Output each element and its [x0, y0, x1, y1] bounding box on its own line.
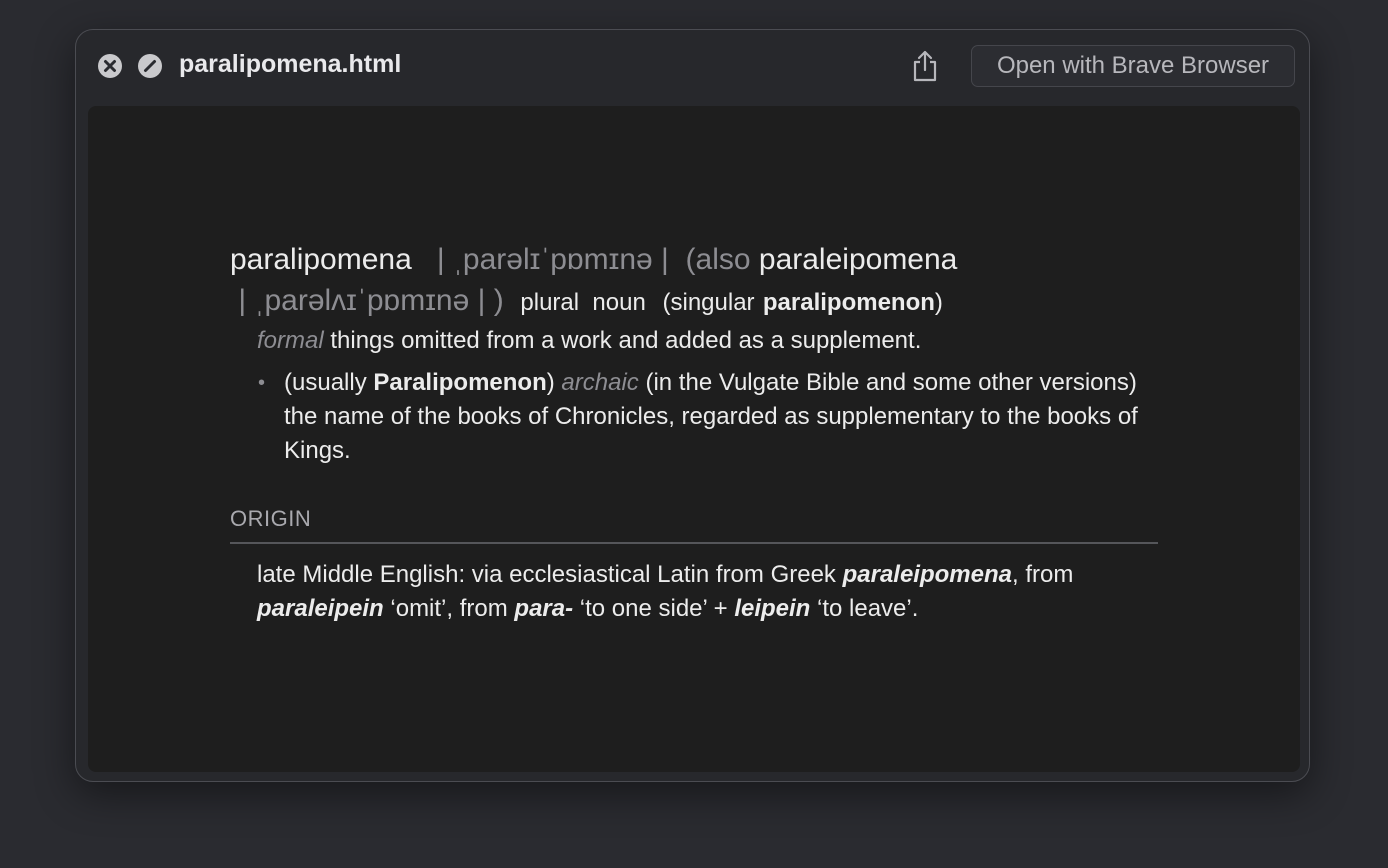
- singular-close: ): [934, 289, 943, 316]
- origin-part: ‘to leave’.: [810, 595, 919, 622]
- share-icon[interactable]: [910, 49, 940, 83]
- etymon: paraleipomena: [842, 561, 1012, 588]
- sense-1: formal things omitted from a work and ad…: [257, 324, 1160, 358]
- part-of-speech: plural noun: [520, 289, 646, 316]
- close-circle-icon[interactable]: [98, 54, 122, 78]
- preview-content: paralipomena | ˌparəlɪˈpɒmɪnə | (also pa…: [88, 106, 1300, 772]
- variant-headword: paraleipomena: [758, 243, 958, 276]
- origin-part: late Middle English: via ecclesiastical …: [257, 561, 843, 588]
- usage-prefix: (usually: [284, 369, 367, 396]
- etymon: paraleipein: [257, 595, 384, 622]
- pronunciation: | ˌparəlɪˈpɒmɪnə |: [436, 243, 669, 276]
- quick-look-window: paralipomena.html Open with Brave Browse…: [75, 29, 1310, 782]
- sense-2: • (usually Paralipomenon) archaic (in th…: [258, 366, 1160, 468]
- origin-part: ‘omit’, from: [383, 595, 515, 622]
- register-label: archaic: [561, 369, 639, 396]
- proper-form: Paralipomenon: [373, 369, 547, 396]
- usage-close: ): [546, 369, 555, 396]
- register-label: formal: [257, 327, 324, 354]
- window-title: paralipomena.html: [179, 50, 402, 78]
- origin-part: , from: [1012, 561, 1074, 588]
- headline: paralipomena | ˌparəlɪˈpɒmɪnə | (also pa…: [230, 240, 1160, 280]
- origin-part: ‘to one side’ +: [573, 595, 735, 622]
- dictionary-entry: paralipomena | ˌparəlɪˈpɒmɪnə | (also pa…: [230, 240, 1160, 626]
- also-open: (also: [685, 243, 751, 276]
- etymon: para-: [514, 595, 574, 622]
- also-close: ): [493, 284, 504, 317]
- open-with-browser-button[interactable]: Open with Brave Browser: [971, 45, 1295, 87]
- title-bar: paralipomena.html Open with Brave Browse…: [76, 30, 1309, 102]
- singular-open: (singular: [662, 289, 755, 316]
- etymon: leipein: [734, 595, 811, 622]
- headword: paralipomena: [230, 243, 412, 276]
- bullet: •: [258, 372, 266, 394]
- stop-circle-icon[interactable]: [138, 54, 162, 78]
- origin-heading: ORIGIN: [230, 506, 312, 531]
- origin-text: late Middle English: via ecclesiastical …: [257, 558, 1160, 626]
- singular-form: paralipomenon: [762, 289, 935, 316]
- origin-divider: [230, 542, 1158, 544]
- headline-continued: | ˌparəlʌɪˈpɒmɪnə | ) plural noun (singu…: [230, 280, 1160, 324]
- definition-text: things omitted from a work and added as …: [330, 327, 922, 354]
- variant-pronunciation: | ˌparəlʌɪˈpɒmɪnə |: [238, 284, 486, 317]
